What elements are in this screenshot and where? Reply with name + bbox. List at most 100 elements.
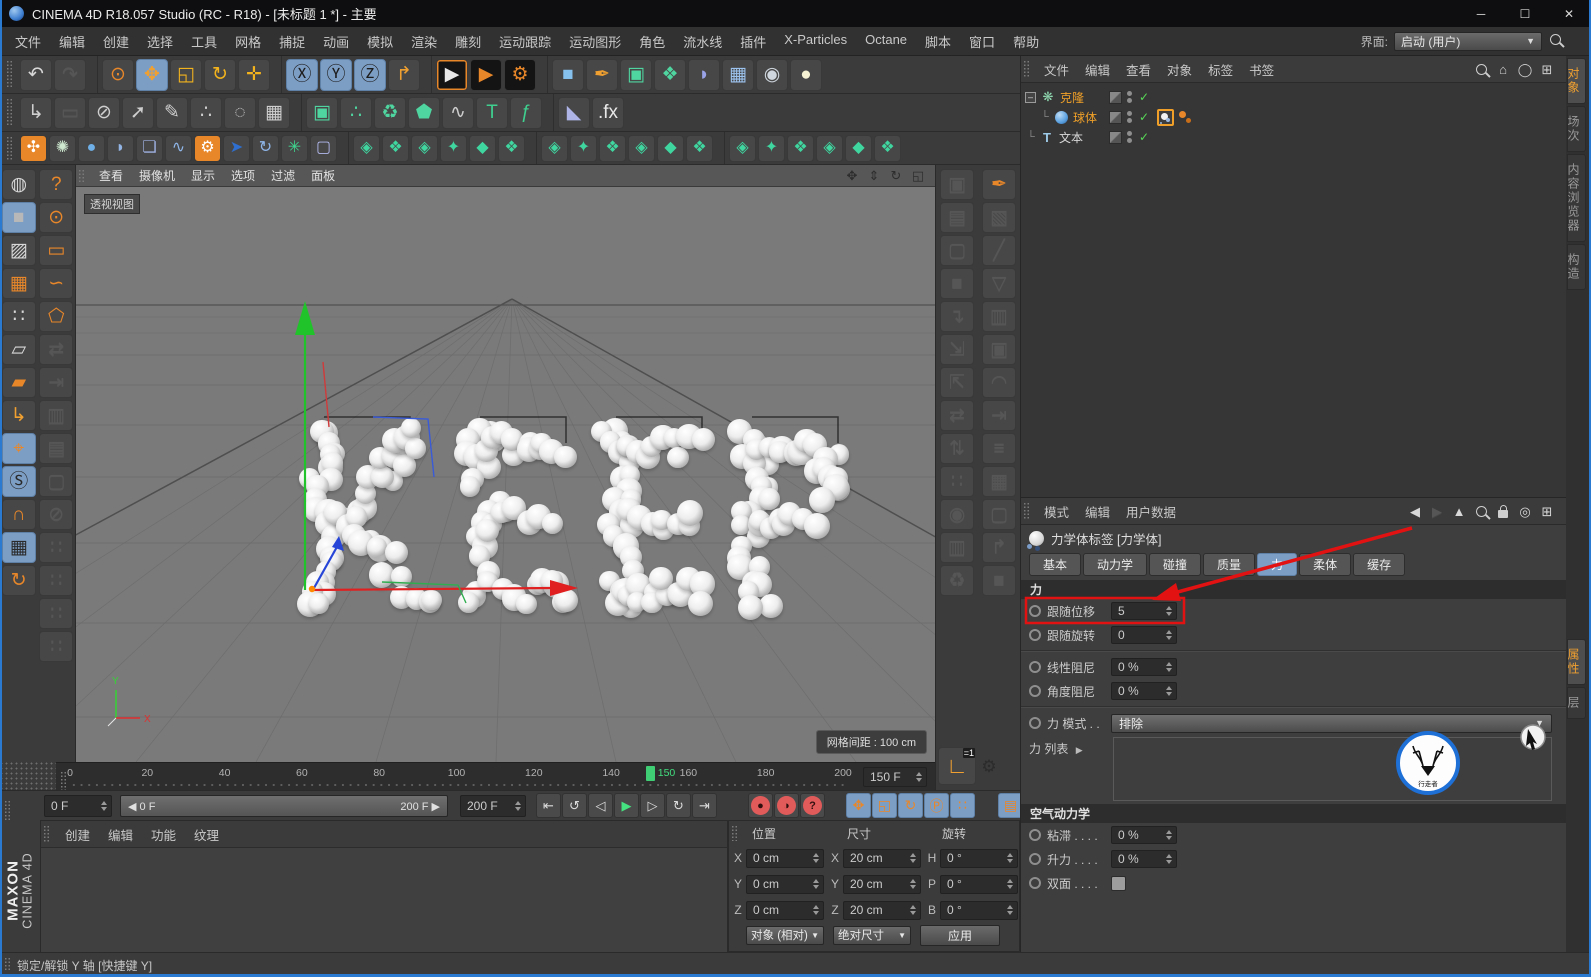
cube-solid-disabled-icon[interactable]: ■	[940, 268, 974, 299]
key-pla-toggle[interactable]: ∷	[950, 793, 975, 818]
panel-disabled-icon[interactable]: ▥	[940, 532, 974, 563]
xp-mod-l-icon[interactable]: ❖	[686, 134, 713, 162]
material-menu-纹理[interactable]: 纹理	[185, 825, 228, 844]
workplane-lock-icon[interactable]: ▦	[1, 532, 36, 563]
stepper-icon[interactable]	[101, 801, 108, 811]
drag-grip[interactable]	[6, 60, 13, 89]
polygon-reduce-icon[interactable]: ⬟	[408, 96, 440, 129]
viewport-menu-摄像机[interactable]: 摄像机	[131, 167, 183, 184]
force-list-box[interactable]	[1113, 737, 1552, 801]
menu-运动图形[interactable]: 运动图形	[560, 32, 630, 51]
xp-mod-g-icon[interactable]: ◈	[541, 134, 568, 162]
drag-grip[interactable]	[1023, 60, 1030, 78]
last-tool-icon[interactable]: ✛	[238, 58, 270, 91]
workplane-rotate-icon[interactable]: ↻	[1, 565, 36, 596]
axis-workplane-icon[interactable]: ∟ =1	[938, 747, 976, 785]
menu-流水线[interactable]: 流水线	[674, 32, 731, 51]
attr-up-icon[interactable]: ▲	[1449, 501, 1469, 521]
menu-角色[interactable]: 角色	[630, 32, 674, 51]
arch-disabled-icon[interactable]: ◠	[982, 367, 1016, 398]
search-icon[interactable]	[1550, 34, 1561, 45]
loop-playback-button[interactable]: ↻	[666, 793, 691, 818]
mirror-disabled-icon[interactable]: ⇥	[39, 367, 74, 398]
drag-grip[interactable]	[43, 825, 50, 843]
attr-back-icon[interactable]: ◀	[1405, 501, 1425, 521]
xp-mod-i-icon[interactable]: ❖	[599, 134, 626, 162]
xp-mod-c-icon[interactable]: ◈	[411, 134, 438, 162]
bake-gear-icon[interactable]: ⚙	[194, 134, 221, 162]
attr-tab-动力学[interactable]: 动力学	[1083, 552, 1148, 576]
drop-b-disabled-icon[interactable]: ⇲	[940, 334, 974, 365]
drag-grip[interactable]	[6, 98, 13, 127]
drag-grip[interactable]	[60, 771, 67, 791]
dock-tab-对象[interactable]: 对象	[1566, 58, 1586, 104]
stepper-icon[interactable]	[910, 879, 917, 889]
recycle-disabled-icon[interactable]: ♻	[940, 565, 974, 596]
triangle-disabled-icon[interactable]: ▽	[982, 268, 1016, 299]
dots-a-icon[interactable]: ∷	[39, 532, 74, 563]
help-icon[interactable]: ?	[39, 169, 74, 200]
coord-field-旋转-B[interactable]: 0 °	[940, 900, 1018, 920]
param-field[interactable]: 0 %	[1111, 658, 1177, 676]
axis-disabled-icon[interactable]: ⇥	[982, 400, 1016, 431]
text-spline-icon[interactable]: T	[476, 96, 508, 129]
cubes-disabled-icon[interactable]: ▣	[940, 169, 974, 200]
sort-disabled-icon[interactable]: ⇅	[940, 433, 974, 464]
enabled-check-icon[interactable]: ✓	[1139, 130, 1149, 144]
drag-grip[interactable]	[4, 800, 11, 820]
render-to-picture-viewer-icon[interactable]: ▶	[470, 58, 502, 91]
stepper-icon[interactable]	[1007, 879, 1014, 889]
om-search-icon[interactable]	[1471, 59, 1491, 79]
goto-start-button[interactable]: ⇤	[536, 793, 561, 818]
menu-雕刻[interactable]: 雕刻	[446, 32, 490, 51]
lock-x-axis-icon[interactable]: Ⓧ	[286, 58, 318, 91]
xp-mod-j-icon[interactable]: ◈	[628, 134, 655, 162]
sim-layers-icon[interactable]: ❏	[136, 134, 163, 162]
content-browser-globe-icon[interactable]: ◍	[1, 169, 36, 200]
attr-tab-基本[interactable]: 基本	[1029, 552, 1082, 576]
add-spline-pen-icon[interactable]: ✒	[586, 58, 618, 91]
add-generator-icon[interactable]: ▣	[620, 58, 652, 91]
menu-编辑[interactable]: 编辑	[50, 32, 94, 51]
enabled-check-icon[interactable]: ✓	[1139, 110, 1149, 124]
coordinate-system-icon[interactable]: ↱	[388, 58, 420, 91]
param-toggle-icon[interactable]	[1029, 685, 1041, 697]
doodle-icon[interactable]: ▭	[54, 96, 86, 129]
object-menu-编辑[interactable]: 编辑	[1077, 60, 1118, 79]
model-mode-icon[interactable]: ■	[1, 202, 36, 233]
xp-mod-a-icon[interactable]: ◈	[353, 134, 380, 162]
move-icon[interactable]: ✥	[136, 58, 168, 91]
menu-选择[interactable]: 选择	[138, 32, 182, 51]
current-frame-marker[interactable]	[645, 766, 655, 781]
visibility-dots[interactable]	[1127, 111, 1132, 123]
xp-cage-icon[interactable]: ▢	[310, 134, 337, 162]
box-disabled-icon[interactable]: ▢	[982, 499, 1016, 530]
stepper-icon[interactable]	[916, 772, 923, 782]
points-mode-icon[interactable]: ∷	[1, 301, 36, 332]
slices-disabled-icon[interactable]: ▤	[940, 202, 974, 233]
frame-range-slider[interactable]: ◀ 0 F 200 F ▶	[120, 795, 448, 817]
key-rotation-toggle[interactable]: ↻	[898, 793, 923, 818]
render-settings-icon[interactable]: ⚙	[504, 58, 536, 91]
coord-field-尺寸-Z[interactable]: 20 cm	[843, 900, 921, 920]
particles-tag-icon[interactable]	[1177, 109, 1193, 125]
add-mograph-icon[interactable]: ❖	[654, 58, 686, 91]
object-menu-文件[interactable]: 文件	[1036, 60, 1077, 79]
previous-frame-button[interactable]: ◁	[588, 793, 613, 818]
xp-mod-k-icon[interactable]: ◆	[657, 134, 684, 162]
retime-icon[interactable]: ↻	[252, 134, 279, 162]
layer-swatch[interactable]	[1109, 130, 1122, 144]
stairs-disabled-icon[interactable]: ≡	[982, 433, 1016, 464]
object-row-text[interactable]: └ T 文本 ✓	[1021, 127, 1566, 147]
stepper-icon[interactable]	[813, 853, 820, 863]
axis-gizmo[interactable]	[76, 187, 935, 762]
attribute-menu-模式[interactable]: 模式	[1036, 502, 1077, 521]
coord-field-尺寸-X[interactable]: 20 cm	[843, 848, 921, 868]
visibility-dots[interactable]	[1127, 131, 1132, 143]
render-view-icon[interactable]: ▶	[436, 58, 468, 91]
material-menu-创建[interactable]: 创建	[56, 825, 99, 844]
snap-enable-icon[interactable]: Ⓢ	[1, 466, 36, 497]
xp-mod-m-icon[interactable]: ◈	[729, 134, 756, 162]
om-add-icon[interactable]: ⊞	[1537, 59, 1557, 79]
solid-disabled-icon[interactable]: ■	[982, 565, 1016, 596]
